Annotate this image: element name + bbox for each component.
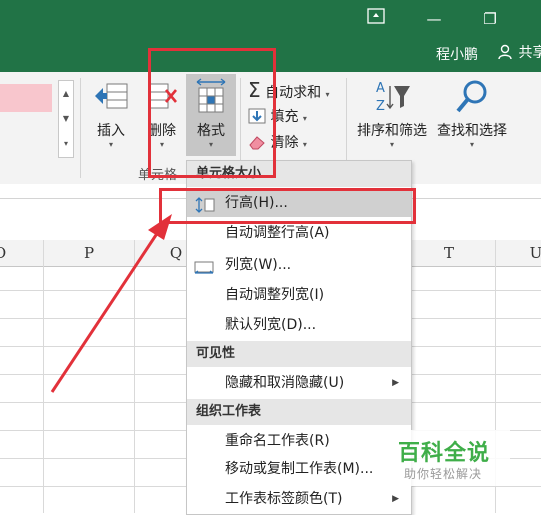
watermark-title: 百科全说	[398, 441, 491, 466]
watermark-subtitle: 助你轻松解决	[404, 467, 483, 481]
